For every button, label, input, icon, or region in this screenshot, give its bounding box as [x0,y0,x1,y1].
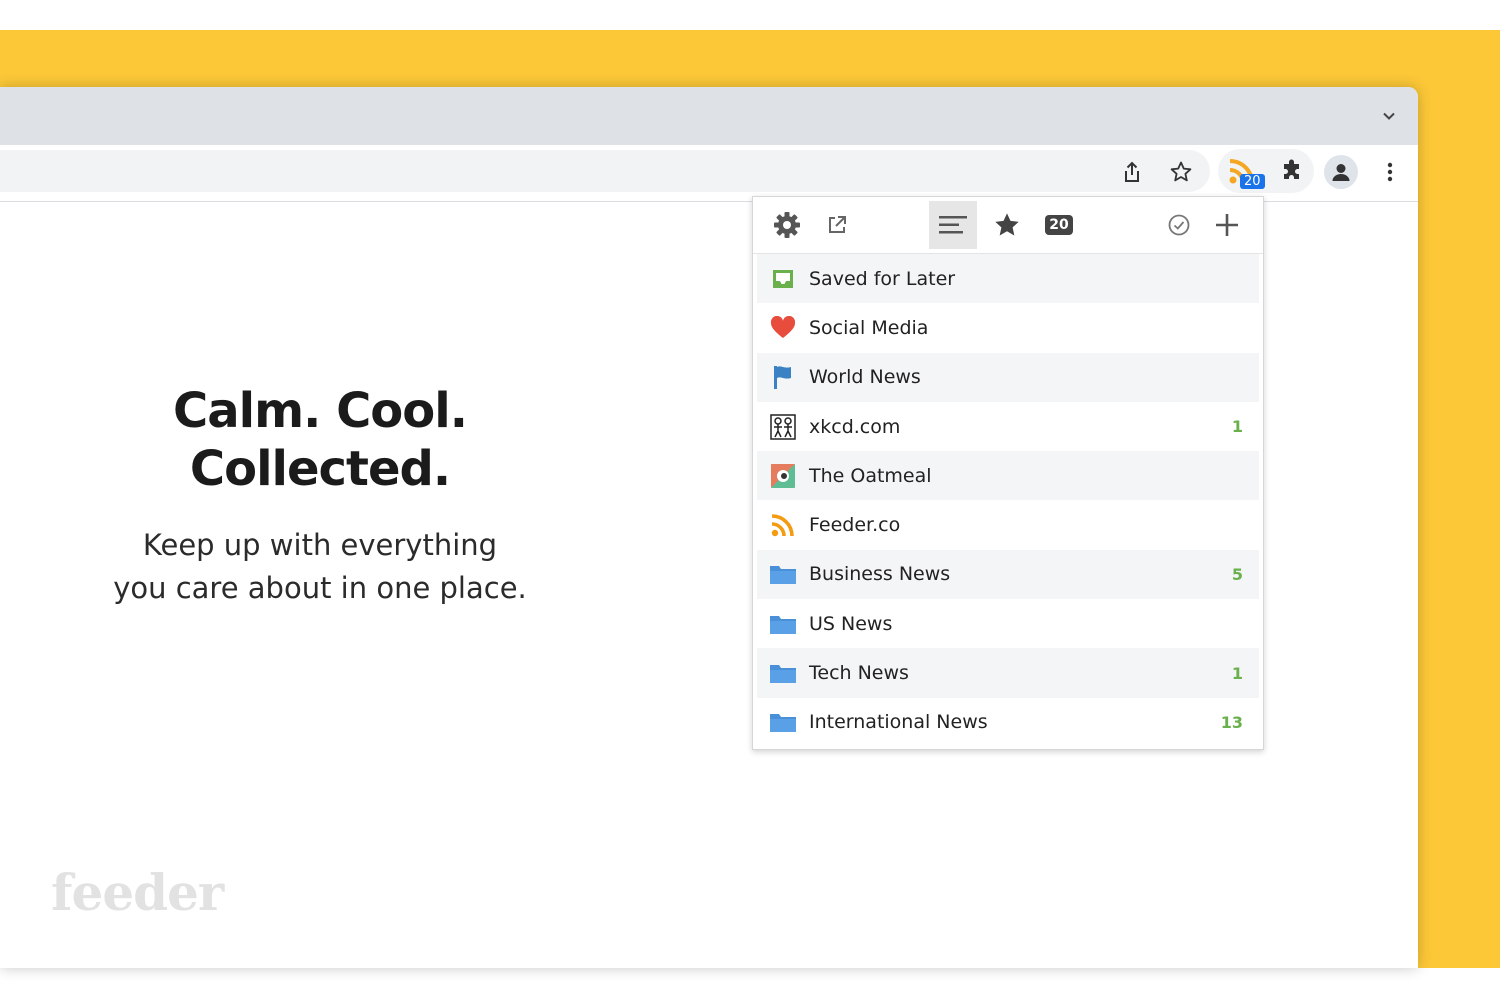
extensions-pill: 20 [1218,149,1314,193]
tab-search-chevron-icon[interactable] [1378,105,1400,127]
hero-subtitle: Keep up with everything you care about i… [20,524,620,610]
hero-subtitle-line1: Keep up with everything [142,528,498,562]
feed-row-saved-for-later[interactable]: Saved for Later [757,254,1259,304]
hero-title: Calm. Cool. Collected. [20,382,620,498]
list-view-icon[interactable] [929,201,977,249]
feed-label: International News [809,711,988,734]
feed-label: US News [809,612,893,635]
feeder-extension-button[interactable]: 20 [1222,153,1265,189]
flag-icon [768,362,798,392]
folder-icon [768,707,798,737]
feed-row-us-news[interactable]: US News [757,599,1259,648]
star-icon[interactable] [983,201,1031,249]
feed-label: Saved for Later [809,267,956,290]
hero-section: Calm. Cool. Collected. Keep up with ever… [20,382,620,610]
xkcd-favicon-icon [768,412,798,442]
feed-row-social-media[interactable]: Social Media [757,303,1259,352]
feed-label: Feeder.co [809,514,901,537]
check-circle-icon[interactable] [1155,201,1203,249]
unread-count-button[interactable]: 20 [1035,201,1083,249]
hero-title-line1: Calm. Cool. [173,383,468,439]
feed-label: Social Media [809,316,929,339]
inbox-icon [768,264,798,294]
folder-icon [768,559,798,589]
feed-count: 1 [1231,663,1243,683]
popup-toolbar: 20 [753,197,1263,254]
profile-avatar-icon[interactable] [1324,155,1358,189]
feed-row-business-news[interactable]: Business News 5 [757,549,1259,600]
feed-row-world-news[interactable]: World News [757,352,1259,402]
hero-subtitle-line2: you care about in one place. [113,571,527,605]
feed-row-feeder-co[interactable]: Feeder.co [757,500,1259,549]
puzzle-extensions-icon[interactable] [1274,153,1310,189]
feed-row-international-news[interactable]: International News 13 [757,698,1259,747]
feed-label: Business News [809,563,951,586]
extension-badge: 20 [1240,174,1265,189]
feed-label: World News [809,366,921,389]
feed-count: 13 [1220,712,1243,732]
feeder-logo: feeder [51,863,224,922]
folder-icon [768,609,798,639]
share-icon[interactable] [1114,154,1150,190]
gear-icon[interactable] [763,201,811,249]
feed-row-the-oatmeal[interactable]: The Oatmeal [757,451,1259,501]
feed-count: 1 [1231,417,1243,437]
browser-menu-kebab-icon[interactable] [1372,154,1408,190]
feed-list: Saved for Later Social Media World News … [757,254,1259,747]
bookmark-star-icon[interactable] [1163,154,1199,190]
feeder-popup: 20 Saved for Later Social Media World Ne… [752,196,1264,750]
feed-row-xkcd[interactable]: xkcd.com 1 [757,402,1259,451]
plus-icon[interactable] [1203,201,1251,249]
feed-count: 5 [1231,564,1243,584]
feed-label: The Oatmeal [809,464,932,487]
heart-icon [768,313,798,343]
feed-label: Tech News [809,662,909,685]
unread-count-badge: 20 [1045,215,1073,235]
rss-icon [768,510,798,540]
feed-row-tech-news[interactable]: Tech News 1 [757,648,1259,698]
hero-title-line2: Collected. [189,441,451,497]
external-link-icon[interactable] [813,201,861,249]
folder-icon [768,658,798,688]
feed-label: xkcd.com [809,415,901,438]
browser-toolbar: 20 [0,145,1418,202]
oatmeal-favicon-icon [768,461,798,491]
address-bar[interactable] [0,150,1210,192]
tab-strip [0,87,1418,145]
